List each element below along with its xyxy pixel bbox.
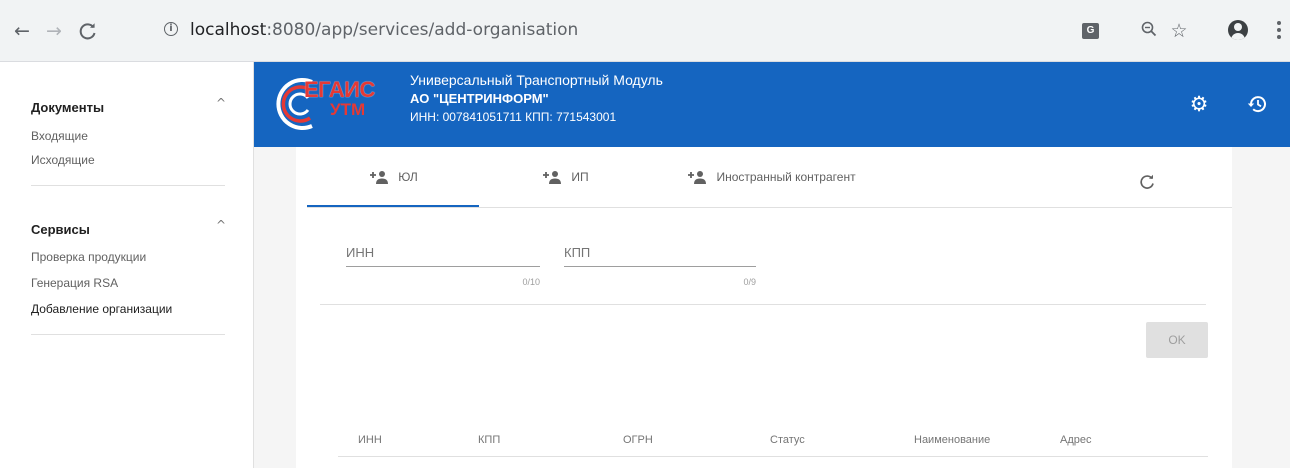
tab-individual-entrepreneur[interactable]: ИП xyxy=(479,147,651,207)
tab-label: ЮЛ xyxy=(398,170,418,184)
ok-button[interactable]: OK xyxy=(1146,322,1208,358)
tab-label: Иностранный контрагент xyxy=(716,170,856,184)
account-icon[interactable] xyxy=(1228,20,1248,40)
sidebar-item-outgoing[interactable]: Исходящие xyxy=(31,153,95,167)
inn-counter: 0/10 xyxy=(522,277,540,287)
column-header-status[interactable]: Статус xyxy=(770,434,805,446)
person-add-icon xyxy=(541,170,563,184)
inn-field: ИНН 0/10 xyxy=(346,245,544,289)
refresh-icon[interactable] xyxy=(1138,173,1156,191)
forward-arrow-icon[interactable]: → xyxy=(44,21,64,41)
chevron-up-icon[interactable]: ^ xyxy=(216,218,230,232)
sidebar-item-incoming[interactable]: Входящие xyxy=(31,129,88,143)
organisation-ids: ИНН: 007841051711 КПП: 771543001 xyxy=(410,110,617,124)
kpp-underline xyxy=(564,266,756,267)
table-header-divider xyxy=(338,456,1208,457)
sidebar-item-rsa-generation[interactable]: Генерация RSA xyxy=(31,276,118,290)
inn-underline xyxy=(346,266,540,267)
kpp-field: КПП 0/9 xyxy=(564,245,760,289)
gear-icon[interactable]: ⚙ xyxy=(1188,93,1210,115)
sidebar-divider xyxy=(31,185,225,186)
column-header-name[interactable]: Наименование xyxy=(914,434,990,446)
address-bar[interactable]: i localhost:8080/app/services/add-organi… xyxy=(152,14,1272,48)
sidebar-item-product-check[interactable]: Проверка продукции xyxy=(31,250,146,264)
person-add-icon xyxy=(686,170,708,184)
url-text[interactable]: localhost:8080/app/services/add-organisa… xyxy=(190,20,578,40)
sidebar-item-add-organisation[interactable]: Добавление организации xyxy=(31,302,172,316)
sidebar-divider xyxy=(31,334,225,335)
browser-toolbar: ← → i localhost:8080/app/services/add-or… xyxy=(0,0,1290,62)
column-header-kpp[interactable]: КПП xyxy=(478,434,500,446)
logo-text: УТМ xyxy=(330,100,366,119)
kpp-counter: 0/9 xyxy=(743,277,756,287)
bookmark-star-icon[interactable]: ☆ xyxy=(1168,20,1190,42)
column-header-address[interactable]: Адрес xyxy=(1060,434,1092,446)
egais-logo: ЕГАИС УТМ xyxy=(272,74,382,134)
sidebar-section-title[interactable]: Документы xyxy=(31,100,104,115)
organisation-name: АО "ЦЕНТРИНФОРМ" xyxy=(410,91,549,106)
tab-label: ИП xyxy=(571,170,589,184)
translate-icon[interactable]: G xyxy=(1082,23,1099,39)
tab-legal-entity[interactable]: ЮЛ xyxy=(307,147,479,207)
add-organisation-card: ЮЛ ИП Иностранный контрагент ИНН 0/10 КП… xyxy=(296,147,1232,468)
app-header: ЕГАИС УТМ Универсальный Транспортный Мод… xyxy=(254,62,1290,147)
tab-foreign-counterparty[interactable]: Иностранный контрагент xyxy=(651,147,891,207)
column-header-ogrn[interactable]: ОГРН xyxy=(623,434,653,446)
column-header-inn[interactable]: ИНН xyxy=(358,434,382,446)
chevron-up-icon[interactable]: ^ xyxy=(216,96,230,110)
app-title: Универсальный Транспортный Модуль xyxy=(410,72,663,88)
sidebar: Документы ^ Входящие Исходящие Сервисы ^… xyxy=(0,62,254,468)
history-icon[interactable] xyxy=(1246,93,1268,115)
person-add-icon xyxy=(368,170,390,184)
form-divider xyxy=(320,304,1206,305)
sidebar-section-title[interactable]: Сервисы xyxy=(31,222,90,237)
reload-icon[interactable] xyxy=(78,21,98,41)
more-vert-icon[interactable] xyxy=(1277,21,1281,41)
zoom-icon[interactable] xyxy=(1138,20,1160,42)
back-arrow-icon[interactable]: ← xyxy=(12,21,32,41)
info-icon[interactable]: i xyxy=(164,22,178,36)
main-content: ЮЛ ИП Иностранный контрагент ИНН 0/10 КП… xyxy=(254,147,1290,468)
tabs-divider xyxy=(307,207,1232,208)
